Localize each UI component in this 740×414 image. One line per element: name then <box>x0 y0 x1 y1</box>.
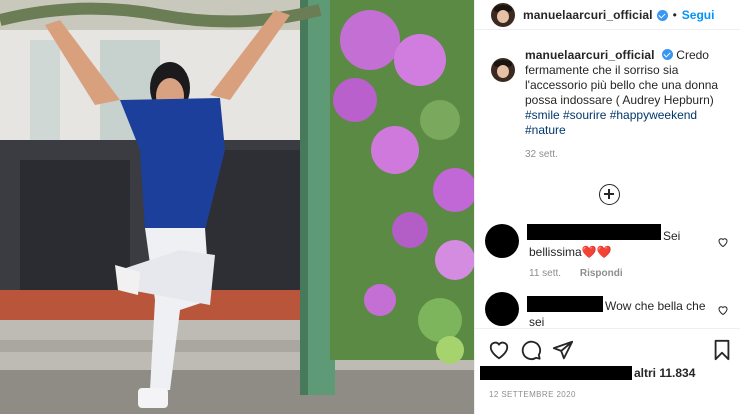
comment-heart-icon[interactable] <box>717 236 729 248</box>
comment-item: Wow che bella che sei <box>485 292 737 329</box>
author-username[interactable]: manuelaarcuri_official <box>523 8 653 22</box>
commenter-avatar[interactable] <box>485 292 519 326</box>
post-header: manuelaarcuri_official • Segui <box>475 0 740 30</box>
load-more-icon[interactable] <box>599 184 620 205</box>
caption-username[interactable]: manuelaarcuri_official <box>525 48 655 62</box>
author-avatar[interactable] <box>491 2 515 27</box>
comment-meta: 11 sett. Rispondi <box>529 268 639 279</box>
separator-dot: • <box>672 7 677 22</box>
heart-icon[interactable] <box>488 339 510 361</box>
caption-avatar[interactable] <box>491 58 515 82</box>
comment-time[interactable]: 11 sett. <box>529 268 561 279</box>
photo-illustration <box>0 0 474 414</box>
post-side-panel: manuelaarcuri_official • Segui manuelaar… <box>474 0 740 414</box>
action-bar <box>475 328 740 366</box>
redacted-likers <box>480 366 632 380</box>
caption-block: manuelaarcuri_official Credo fermamente … <box>491 48 733 162</box>
comment-heart-icon[interactable] <box>717 304 729 316</box>
caption-time[interactable]: 32 sett. <box>525 147 733 162</box>
post-date[interactable]: 12 SETTEMBRE 2020 <box>489 390 576 399</box>
comment-text: Sei bellissima❤️❤️ <box>529 229 681 259</box>
reply-button[interactable]: Rispondi <box>580 268 623 279</box>
comment-icon[interactable] <box>520 339 542 361</box>
follow-button[interactable]: Segui <box>682 8 715 22</box>
bookmark-icon[interactable] <box>711 339 733 361</box>
caption-hashtags[interactable]: #smile #sourire #happyweekend #nature <box>525 108 697 137</box>
verified-icon <box>656 10 668 21</box>
comment-item: Sei bellissima❤️❤️ 11 sett. Rispondi <box>485 224 737 284</box>
share-icon[interactable] <box>552 339 574 361</box>
verified-icon <box>661 49 673 60</box>
commenter-avatar[interactable] <box>485 224 519 258</box>
caption-text: manuelaarcuri_official Credo fermamente … <box>525 48 733 162</box>
post-photo <box>0 0 474 414</box>
likes-row: altri 11.834 <box>475 364 740 384</box>
comment-text: Wow che bella che sei <box>529 299 706 329</box>
likes-count[interactable]: altri 11.834 <box>634 366 695 380</box>
